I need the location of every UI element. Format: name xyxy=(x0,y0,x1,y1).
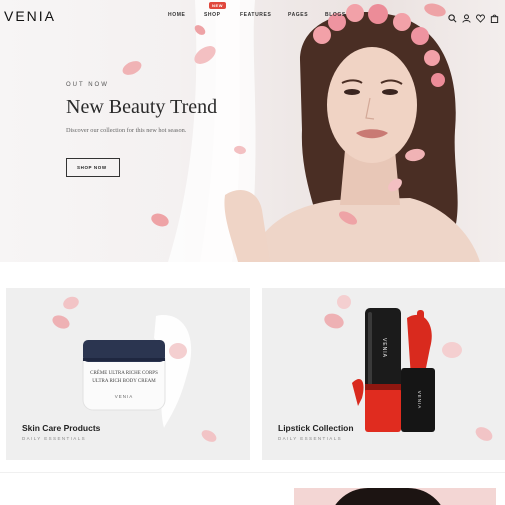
tube-brand-2: VENIA xyxy=(417,391,422,410)
cream-jar-image: CRÈME ULTRA RICHE CORPS ULTRA RICH BODY … xyxy=(52,296,217,442)
bag-icon[interactable] xyxy=(490,10,499,24)
hero-banner: OUT NOW New Beauty Trend Discover our co… xyxy=(0,0,505,262)
tube-brand-1: VENIA xyxy=(381,338,387,358)
section-divider xyxy=(0,472,505,473)
hero-subtitle: Discover our collection for this new hot… xyxy=(66,127,187,134)
search-icon[interactable] xyxy=(448,10,457,23)
brand-logo[interactable]: VENIA xyxy=(4,8,56,24)
shop-now-button[interactable]: SHOP NOW xyxy=(66,158,120,177)
header-icons xyxy=(448,10,499,24)
jar-label-1: CRÈME ULTRA RICHE CORPS xyxy=(90,370,158,376)
heart-icon[interactable] xyxy=(476,10,485,23)
lipstick-image: VENIA VENIA xyxy=(324,295,493,441)
lipstick-title[interactable]: Lipstick Collection xyxy=(278,423,354,433)
hero-title: New Beauty Trend xyxy=(66,96,218,118)
site-header: VENIA HOME NEW SHOP FEATURES PAGES BLOGS xyxy=(0,0,505,32)
nav-shop-badge: NEW xyxy=(209,2,227,9)
nav-shop[interactable]: NEW SHOP xyxy=(204,2,227,18)
nav-blogs[interactable]: BLOGS xyxy=(325,12,346,18)
skin-care-card[interactable]: CRÈME ULTRA RICHE CORPS ULTRA RICH BODY … xyxy=(6,288,250,460)
lipstick-card[interactable]: VENIA VENIA Lipstick Collection DAILY ES… xyxy=(262,288,505,460)
nav-pages[interactable]: PAGES xyxy=(288,12,308,18)
skin-care-title[interactable]: Skin Care Products xyxy=(22,423,100,433)
next-section-image xyxy=(294,488,496,505)
nav-shop-label: SHOP xyxy=(204,12,221,18)
hero-eyebrow: OUT NOW xyxy=(66,82,109,88)
skin-care-subtitle: DAILY ESSENTIALS xyxy=(22,436,87,441)
lipstick-subtitle: DAILY ESSENTIALS xyxy=(278,436,343,441)
jar-label-2: ULTRA RICH BODY CREAM xyxy=(92,379,156,384)
nav-home[interactable]: HOME xyxy=(168,12,185,18)
next-section-hair xyxy=(328,488,448,505)
jar-brand: VENIA xyxy=(115,394,134,399)
hero-text-block: OUT NOW New Beauty Trend Discover our co… xyxy=(66,82,266,134)
nav-features[interactable]: FEATURES xyxy=(240,12,271,18)
user-icon[interactable] xyxy=(462,10,471,23)
